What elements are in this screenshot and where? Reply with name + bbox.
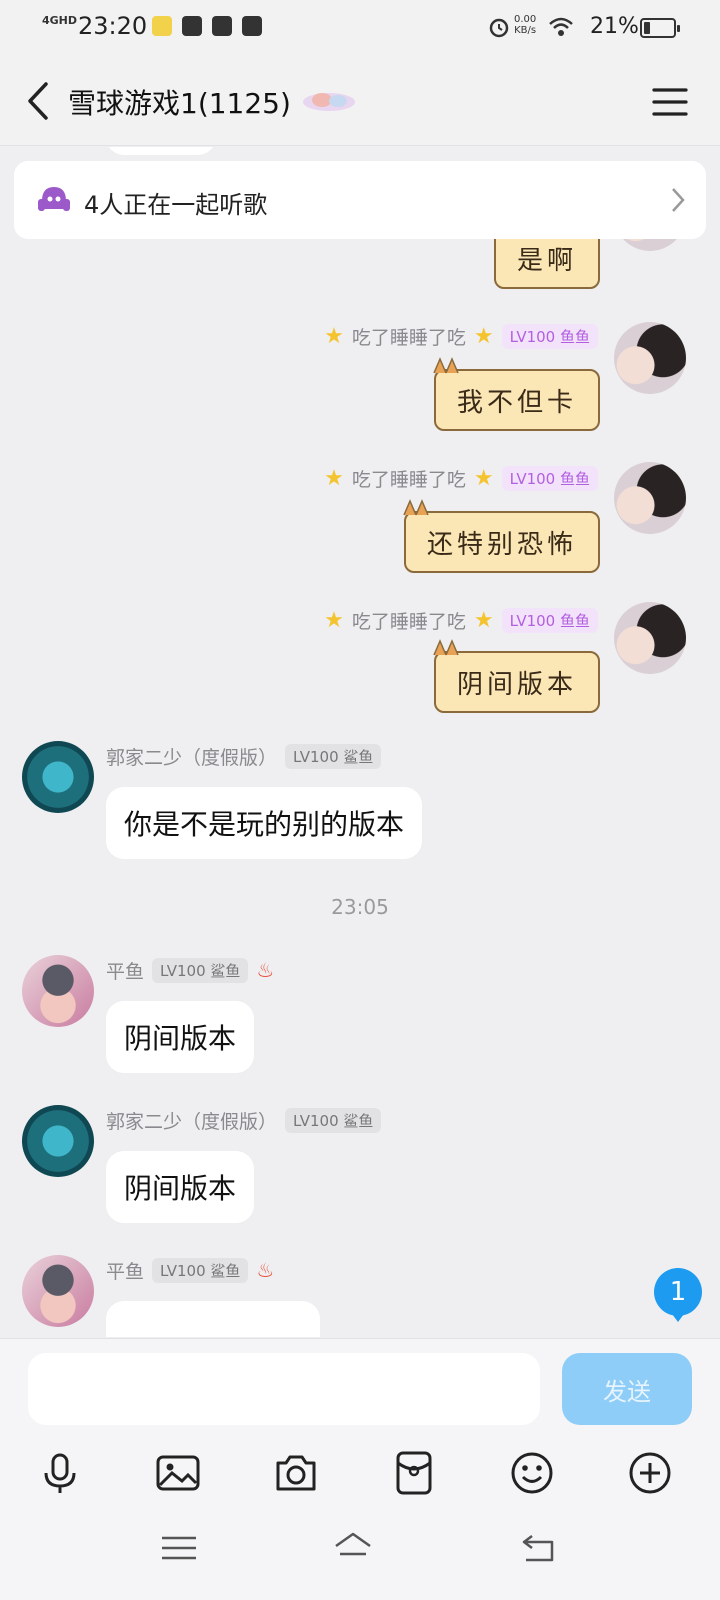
message-input[interactable]: [28, 1353, 540, 1425]
sender-row: 郭家二少（度假版） LV100 鲨鱼: [106, 743, 382, 770]
group-decoration-icon: [303, 93, 355, 111]
message-text: 是啊: [516, 245, 577, 276]
sender-row: 郭家二少（度假版） LV100 鲨鱼: [106, 1107, 382, 1134]
star-icon: ★: [324, 323, 344, 349]
level-badge: LV100 鲨鱼: [152, 957, 249, 983]
avatar[interactable]: [22, 741, 94, 813]
cat-ears-icon: [433, 639, 459, 656]
app-notification-icon: [242, 16, 262, 36]
menu-nav-icon[interactable]: [158, 1528, 200, 1568]
message-bubble[interactable]: 你是不是玩的别的版本: [106, 787, 423, 859]
plus-icon[interactable]: [626, 1449, 674, 1497]
image-icon[interactable]: [154, 1449, 202, 1497]
listen-together-banner[interactable]: 4人正在一起听歌: [14, 161, 706, 239]
message-text: 我不但卡: [456, 387, 577, 418]
chevron-right-icon: [672, 188, 685, 212]
network-indicator: 4GHD: [42, 14, 78, 27]
sender-row: ★ 吃了睡睡了吃 ★ LV100 鱼鱼: [300, 323, 598, 349]
star-icon: ★: [473, 607, 494, 633]
home-nav-icon[interactable]: [332, 1528, 374, 1568]
time-separator: 23:05: [331, 895, 389, 919]
unread-count-badge[interactable]: 1: [654, 1268, 702, 1322]
message-text: 还特别恐怖: [426, 529, 577, 560]
group-title: 雪球游戏1(1125): [68, 87, 291, 120]
level-badge: LV100 鱼鱼: [501, 323, 598, 349]
sender-name[interactable]: 吃了睡睡了吃: [352, 323, 466, 350]
battery-icon: [640, 18, 680, 38]
cat-ears-icon: [433, 357, 459, 374]
fire-icon: ♨: [256, 1258, 275, 1282]
alarm-icon: [489, 18, 509, 38]
message-bubble[interactable]: [106, 1301, 320, 1337]
message-bubble[interactable]: 阴间版本: [106, 1151, 255, 1223]
avatar[interactable]: [614, 462, 686, 534]
cat-ears-icon: [403, 499, 429, 516]
send-button[interactable]: 发送: [562, 1353, 692, 1425]
message-text: 阴间版本: [124, 1172, 237, 1205]
level-badge: LV100 鱼鱼: [501, 465, 598, 491]
emoji-icon[interactable]: [508, 1449, 556, 1497]
level-badge: LV100 鱼鱼: [501, 607, 598, 633]
message-bubble-partial: [106, 147, 216, 155]
sender-name[interactable]: 郭家二少（度假版）: [106, 743, 277, 770]
system-nav-bar: [0, 1500, 720, 1600]
sender-name[interactable]: 吃了睡睡了吃: [352, 465, 466, 492]
battery-level: [644, 22, 650, 34]
avatar[interactable]: [22, 955, 94, 1027]
message-text: 阴间版本: [456, 669, 577, 700]
star-icon: ★: [473, 323, 494, 349]
avatar[interactable]: [22, 1105, 94, 1177]
message-bubble[interactable]: 阴间版本: [106, 1001, 255, 1073]
back-arrow-icon[interactable]: [20, 78, 60, 124]
app-notification-icon: [182, 16, 202, 36]
sender-row: 平鱼 LV100 鲨鱼 ♨: [106, 957, 274, 983]
sender-name[interactable]: 吃了睡睡了吃: [352, 607, 466, 634]
sender-name[interactable]: 平鱼: [106, 957, 144, 984]
app-notification-icon: [152, 16, 172, 36]
listen-together-icon: [38, 187, 70, 211]
avatar[interactable]: [614, 322, 686, 394]
fire-icon: ♨: [256, 958, 275, 982]
status-bar: 4GHD 23:20 0.00 KB/s 21%: [0, 0, 720, 56]
sticker-bubble[interactable]: 我不但卡: [433, 357, 600, 431]
status-time: 23:20: [78, 12, 148, 40]
level-badge: LV100 鲨鱼: [152, 1257, 249, 1283]
group-menu-icon[interactable]: [650, 84, 690, 120]
level-badge: LV100 鲨鱼: [285, 743, 382, 769]
star-icon: ★: [473, 465, 494, 491]
red-packet-icon[interactable]: [390, 1449, 438, 1497]
avatar[interactable]: [22, 1255, 94, 1327]
sticker-bubble[interactable]: 还特别恐怖: [403, 499, 600, 573]
sender-name[interactable]: 郭家二少（度假版）: [106, 1107, 277, 1134]
sticker-bubble[interactable]: 阴间版本: [433, 639, 600, 713]
sender-name[interactable]: 平鱼: [106, 1257, 144, 1284]
app-notification-icon: [212, 16, 232, 36]
back-nav-icon[interactable]: [518, 1528, 560, 1568]
listen-together-text: 4人正在一起听歌: [84, 191, 268, 219]
microphone-icon[interactable]: [36, 1449, 84, 1497]
message-text: 阴间版本: [124, 1022, 237, 1055]
sender-row: ★ 吃了睡睡了吃 ★ LV100 鱼鱼: [300, 607, 598, 633]
star-icon: ★: [324, 465, 344, 491]
network-speed: 0.00 KB/s: [514, 14, 537, 36]
camera-icon[interactable]: [272, 1449, 320, 1497]
level-badge: LV100 鲨鱼: [285, 1107, 382, 1133]
sender-row: ★ 吃了睡睡了吃 ★ LV100 鱼鱼: [300, 465, 598, 491]
message-text: 你是不是玩的别的版本: [124, 808, 405, 841]
chat-header: 雪球游戏1(1125): [0, 56, 720, 146]
chat-message-list[interactable]: 4人正在一起听歌 是啊 ★ 吃了睡睡了吃 ★ LV100 鱼鱼 我不但卡 ★ 吃…: [0, 147, 720, 1337]
star-icon: ★: [324, 607, 344, 633]
wifi-icon: [549, 17, 573, 36]
avatar[interactable]: [614, 602, 686, 674]
battery-percent: 21%: [590, 14, 639, 39]
sender-row: 平鱼 LV100 鲨鱼 ♨: [106, 1257, 274, 1283]
